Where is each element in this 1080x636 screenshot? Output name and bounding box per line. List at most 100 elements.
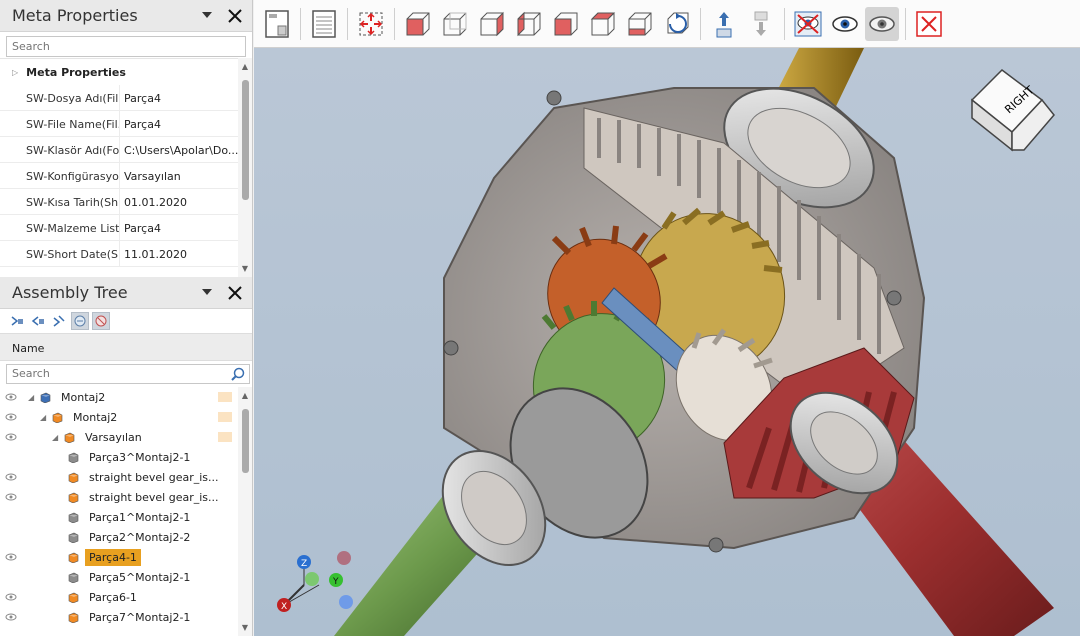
- neg-y-handle[interactable]: [305, 572, 319, 586]
- y-axis-label: Y: [332, 577, 339, 587]
- assembly-tree: ◢ Montaj2 ◢ Montaj2 ◢ Varsayılan Parça3^Montaj…: [0, 387, 238, 636]
- tree-expander-icon[interactable]: ◢: [52, 433, 64, 442]
- scroll-up-icon[interactable]: ▲: [238, 391, 252, 400]
- property-value[interactable]: Parça4: [120, 111, 238, 136]
- tree-node[interactable]: straight bevel gear_is...: [0, 487, 238, 507]
- panel-close-icon[interactable]: [224, 5, 246, 27]
- explode-icon[interactable]: [707, 7, 741, 41]
- property-row[interactable]: SW-Malzeme List... Parça4: [0, 215, 238, 241]
- property-row[interactable]: SW-Short Date(S... 11.01.2020: [0, 241, 238, 267]
- sync-selection-icon[interactable]: [50, 312, 68, 330]
- property-value[interactable]: 11.01.2020: [120, 241, 238, 266]
- property-group-label: Meta Properties: [26, 65, 126, 79]
- scroll-up-icon[interactable]: ▲: [238, 62, 252, 71]
- property-row[interactable]: SW-Klasör Adı(Fo... C:\Users\Apolar\Do...: [0, 137, 238, 163]
- visibility-eye-icon[interactable]: [0, 553, 22, 561]
- show-icon[interactable]: [828, 7, 862, 41]
- panel-dropdown-icon[interactable]: [196, 5, 218, 27]
- view-back-icon[interactable]: [438, 7, 472, 41]
- tree-scrollbar[interactable]: ▲ ▼: [238, 387, 252, 636]
- scroll-down-icon[interactable]: ▼: [238, 264, 252, 273]
- panel-title: Assembly Tree: [12, 283, 128, 302]
- visibility-eye-icon[interactable]: [0, 493, 22, 501]
- tree-expander-icon[interactable]: ◢: [28, 393, 40, 402]
- property-row[interactable]: SW-Dosya Adı(Fil... Parça4: [0, 85, 238, 111]
- hide-selected-icon[interactable]: [791, 7, 825, 41]
- search-icon[interactable]: [231, 367, 245, 384]
- tree-node[interactable]: Parça4-1: [0, 547, 238, 567]
- view-cube[interactable]: RIGHT: [970, 69, 1055, 152]
- property-value[interactable]: Parça4: [120, 215, 238, 240]
- panel-close-icon[interactable]: [224, 282, 246, 304]
- view-bottom-icon[interactable]: [586, 7, 620, 41]
- property-value[interactable]: Varsayılan: [120, 163, 238, 188]
- tree-node[interactable]: straight bevel gear_is...: [0, 467, 238, 487]
- part-icon: [68, 552, 79, 563]
- tree-node-label: straight bevel gear_is...: [89, 490, 219, 504]
- property-row[interactable]: SW-File Name(Fil... Parça4: [0, 111, 238, 137]
- tree-node[interactable]: Parça1^Montaj2-1: [0, 507, 238, 527]
- part-icon: [68, 592, 79, 603]
- view-right-icon[interactable]: [512, 7, 546, 41]
- 3d-viewport[interactable]: RIGHT Z Y X: [254, 48, 1080, 636]
- scrollbar-thumb[interactable]: [242, 409, 249, 473]
- fit-all-icon[interactable]: [354, 7, 388, 41]
- collapse-explode-icon[interactable]: [744, 7, 778, 41]
- panel-dropdown-icon[interactable]: [196, 282, 218, 304]
- view-left-icon[interactable]: [475, 7, 509, 41]
- property-value[interactable]: Parça4: [120, 85, 238, 110]
- name-column-header[interactable]: Name: [0, 333, 252, 361]
- tree-node[interactable]: Parça2^Montaj2-2: [0, 527, 238, 547]
- tree-node[interactable]: ◢ Montaj2: [0, 407, 238, 427]
- visibility-eye-icon[interactable]: [0, 393, 22, 401]
- expand-all-icon[interactable]: [8, 312, 26, 330]
- property-value[interactable]: C:\Users\Apolar\Do...: [120, 137, 238, 162]
- tree-node-label: Montaj2: [61, 390, 106, 404]
- property-group-header[interactable]: ▷ Meta Properties: [0, 59, 238, 85]
- hide-filter-icon[interactable]: [92, 312, 110, 330]
- view-isometric-icon[interactable]: [623, 7, 657, 41]
- collapse-all-icon[interactable]: [29, 312, 47, 330]
- tree-node[interactable]: Parça7^Montaj2-1: [0, 607, 238, 627]
- tree-search-field[interactable]: [6, 364, 250, 384]
- tree-node[interactable]: ◢ Montaj2: [0, 387, 238, 407]
- tree-node[interactable]: ◢ Varsayılan: [0, 427, 238, 447]
- rotate-view-icon[interactable]: [660, 7, 694, 41]
- meta-scrollbar[interactable]: ▲ ▼: [238, 58, 252, 277]
- filter-icon[interactable]: [71, 312, 89, 330]
- tree-node[interactable]: Parça3^Montaj2-1: [0, 447, 238, 467]
- view-top-icon[interactable]: [549, 7, 583, 41]
- tree-search-input[interactable]: [12, 367, 222, 380]
- show-all-icon[interactable]: [865, 6, 899, 41]
- tree-node[interactable]: Parça6-1: [0, 587, 238, 607]
- neg-x-handle[interactable]: [337, 551, 351, 565]
- property-row[interactable]: SW-Konfigürasyo... Varsayılan: [0, 163, 238, 189]
- part-icon: [68, 452, 79, 463]
- view-front-icon[interactable]: [401, 7, 435, 41]
- visibility-eye-icon[interactable]: [0, 413, 22, 421]
- visibility-eye-icon[interactable]: [0, 433, 22, 441]
- meta-search-input[interactable]: [12, 40, 240, 53]
- part-icon: [68, 492, 79, 503]
- scrollbar-thumb[interactable]: [242, 80, 249, 200]
- expand-triangle-icon[interactable]: ▷: [12, 68, 18, 77]
- sheet-view-icon[interactable]: [260, 7, 294, 41]
- visibility-eye-icon[interactable]: [0, 593, 22, 601]
- tree-node-label: Montaj2: [73, 410, 118, 424]
- tree-node[interactable]: Parça5^Montaj2-1: [0, 567, 238, 587]
- meta-search-field[interactable]: [6, 36, 246, 57]
- tree-node-label: Parça4-1: [85, 548, 141, 566]
- close-view-icon[interactable]: [912, 7, 946, 41]
- property-row[interactable]: SW-Kısa Tarih(Sh... 01.01.2020: [0, 189, 238, 215]
- visibility-eye-icon[interactable]: [0, 613, 22, 621]
- property-value[interactable]: 01.01.2020: [120, 189, 238, 214]
- neg-z-handle[interactable]: [339, 595, 353, 609]
- visibility-eye-icon[interactable]: [0, 473, 22, 481]
- document-view-icon[interactable]: [307, 7, 341, 41]
- assembly-model-render[interactable]: RIGHT Z Y X: [254, 48, 1080, 636]
- part-icon: [68, 532, 79, 543]
- part-icon: [68, 472, 79, 483]
- tree-node-label: Parça7^Montaj2-1: [89, 610, 191, 624]
- tree-expander-icon[interactable]: ◢: [40, 413, 52, 422]
- scroll-down-icon[interactable]: ▼: [238, 623, 252, 632]
